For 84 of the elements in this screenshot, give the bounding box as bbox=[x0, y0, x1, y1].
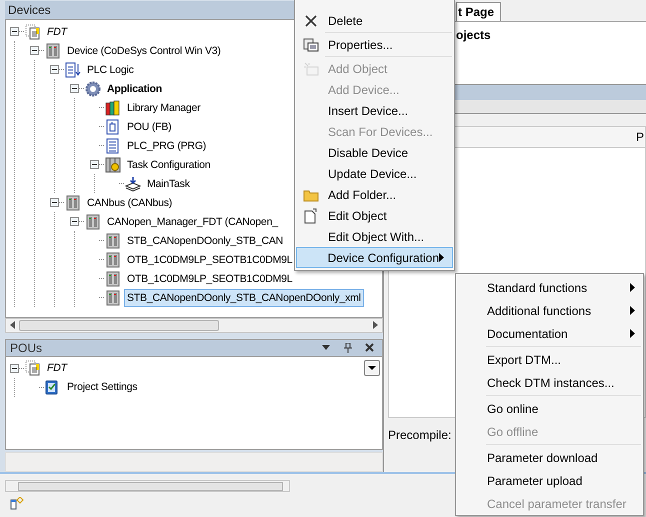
menu-item[interactable]: Add Folder... bbox=[296, 184, 453, 205]
task-configuration-icon bbox=[105, 156, 121, 172]
column-title: P bbox=[636, 129, 644, 146]
device-icon bbox=[65, 194, 81, 210]
collapse-icon[interactable] bbox=[70, 217, 79, 226]
menu-item[interactable]: Check DTM instances... bbox=[456, 371, 643, 394]
horizontal-scrollbar[interactable] bbox=[5, 480, 290, 492]
tree-item[interactable]: FDT bbox=[44, 22, 70, 40]
device-icon bbox=[105, 270, 121, 286]
collapse-icon[interactable] bbox=[50, 65, 59, 74]
scroll-right-icon[interactable] bbox=[373, 321, 378, 330]
program-file-icon bbox=[65, 62, 81, 78]
menu-item[interactable]: Edit Object bbox=[296, 205, 453, 226]
menu-item[interactable]: Parameter upload bbox=[456, 469, 643, 492]
collapse-icon[interactable] bbox=[10, 364, 19, 373]
tree-item[interactable]: CANbus (CANbus) bbox=[84, 194, 176, 212]
dropdown-icon[interactable] bbox=[322, 345, 330, 350]
tree-item[interactable]: CANopen_Manager_FDT (CANopen_ bbox=[104, 212, 281, 230]
menu-item[interactable]: Go online bbox=[456, 397, 643, 420]
program-file-icon bbox=[105, 138, 121, 154]
dropdown-button[interactable] bbox=[364, 360, 380, 376]
device-icon bbox=[85, 214, 101, 230]
submenu-arrow-icon bbox=[630, 306, 635, 315]
tree-item[interactable]: PLC_PRG (PRG) bbox=[124, 136, 210, 154]
tree-item[interactable]: OTB_1C0DM9LP_SEOTB1C0DM9L bbox=[124, 270, 296, 288]
scrollbar-thumb[interactable] bbox=[18, 482, 283, 490]
collapse-icon[interactable] bbox=[90, 160, 99, 169]
document-tab[interactable]: t Page bbox=[456, 2, 502, 21]
add-object-icon bbox=[302, 62, 318, 76]
tree-item[interactable]: PLC Logic bbox=[84, 60, 137, 78]
collapse-icon[interactable] bbox=[30, 46, 39, 55]
collapse-icon[interactable] bbox=[50, 198, 59, 207]
tree-item[interactable]: MainTask bbox=[144, 174, 193, 192]
collapse-icon[interactable] bbox=[70, 84, 79, 93]
gear-icon bbox=[85, 80, 101, 96]
menu-item[interactable]: Delete bbox=[296, 10, 453, 31]
tree-item[interactable]: Task Configuration bbox=[124, 156, 214, 174]
menu-item[interactable]: Standard functions bbox=[456, 276, 643, 299]
panel-title: Devices bbox=[8, 2, 51, 19]
panel-icon bbox=[10, 496, 24, 510]
menu-item[interactable]: Documentation bbox=[456, 322, 643, 345]
edit-document-icon bbox=[304, 208, 318, 224]
properties-icon bbox=[302, 38, 318, 52]
collapse-icon[interactable] bbox=[10, 27, 19, 36]
menu-item[interactable]: Device Configuration bbox=[296, 247, 453, 268]
menu-item[interactable]: Parameter download bbox=[456, 446, 643, 469]
caret-icon bbox=[368, 366, 376, 370]
menu-item[interactable]: Properties... bbox=[296, 34, 453, 55]
menu-item[interactable]: Export DTM... bbox=[456, 348, 643, 371]
menu-item[interactable]: Disable Device bbox=[296, 142, 453, 163]
tree-item[interactable]: POU (FB) bbox=[124, 118, 174, 136]
folder-icon bbox=[302, 188, 318, 202]
horizontal-scrollbar[interactable] bbox=[5, 318, 383, 333]
tree-item[interactable]: Application bbox=[104, 80, 165, 98]
menu-item[interactable]: Edit Object With... bbox=[296, 226, 453, 247]
document-icon bbox=[25, 24, 41, 40]
submenu-arrow-icon bbox=[630, 329, 635, 338]
group-title: ojects bbox=[456, 27, 492, 44]
books-icon bbox=[105, 100, 121, 116]
menu-item[interactable]: Additional functions bbox=[456, 299, 643, 322]
tree-item[interactable]: OTB_1C0DM9LP_SEOTB1C0DM9L bbox=[124, 250, 296, 268]
scrollbar-thumb[interactable] bbox=[19, 320, 219, 331]
device-icon bbox=[45, 42, 61, 58]
device-icon bbox=[105, 290, 121, 306]
submenu-arrow-icon bbox=[630, 283, 635, 292]
menu-item[interactable]: Insert Device... bbox=[296, 100, 453, 121]
panel-title: POUs bbox=[10, 340, 44, 357]
submenu-arrow-icon bbox=[439, 253, 444, 262]
tree-item[interactable]: Library Manager bbox=[124, 98, 204, 116]
close-icon bbox=[304, 14, 318, 28]
field-label: Precompile: bbox=[388, 426, 452, 444]
device-icon bbox=[105, 232, 121, 248]
close-icon[interactable] bbox=[365, 343, 374, 352]
tree-item[interactable]: Device (CoDeSys Control Win V3) bbox=[64, 42, 224, 60]
device-icon bbox=[105, 252, 121, 268]
tree-item[interactable]: FDT bbox=[44, 359, 70, 378]
tree-item[interactable]: STB_CANopenDOonly_STB_CAN bbox=[124, 232, 286, 250]
task-icon bbox=[125, 176, 141, 192]
menu-item[interactable]: Update Device... bbox=[296, 163, 453, 184]
function-block-icon bbox=[105, 118, 121, 134]
pin-icon[interactable] bbox=[344, 342, 352, 353]
tree-item[interactable]: Project Settings bbox=[64, 378, 140, 396]
tree-item[interactable]: STB_CANopenDOonly_STB_CANopenDOonly_xml bbox=[124, 288, 364, 306]
scroll-left-icon[interactable] bbox=[10, 321, 15, 330]
